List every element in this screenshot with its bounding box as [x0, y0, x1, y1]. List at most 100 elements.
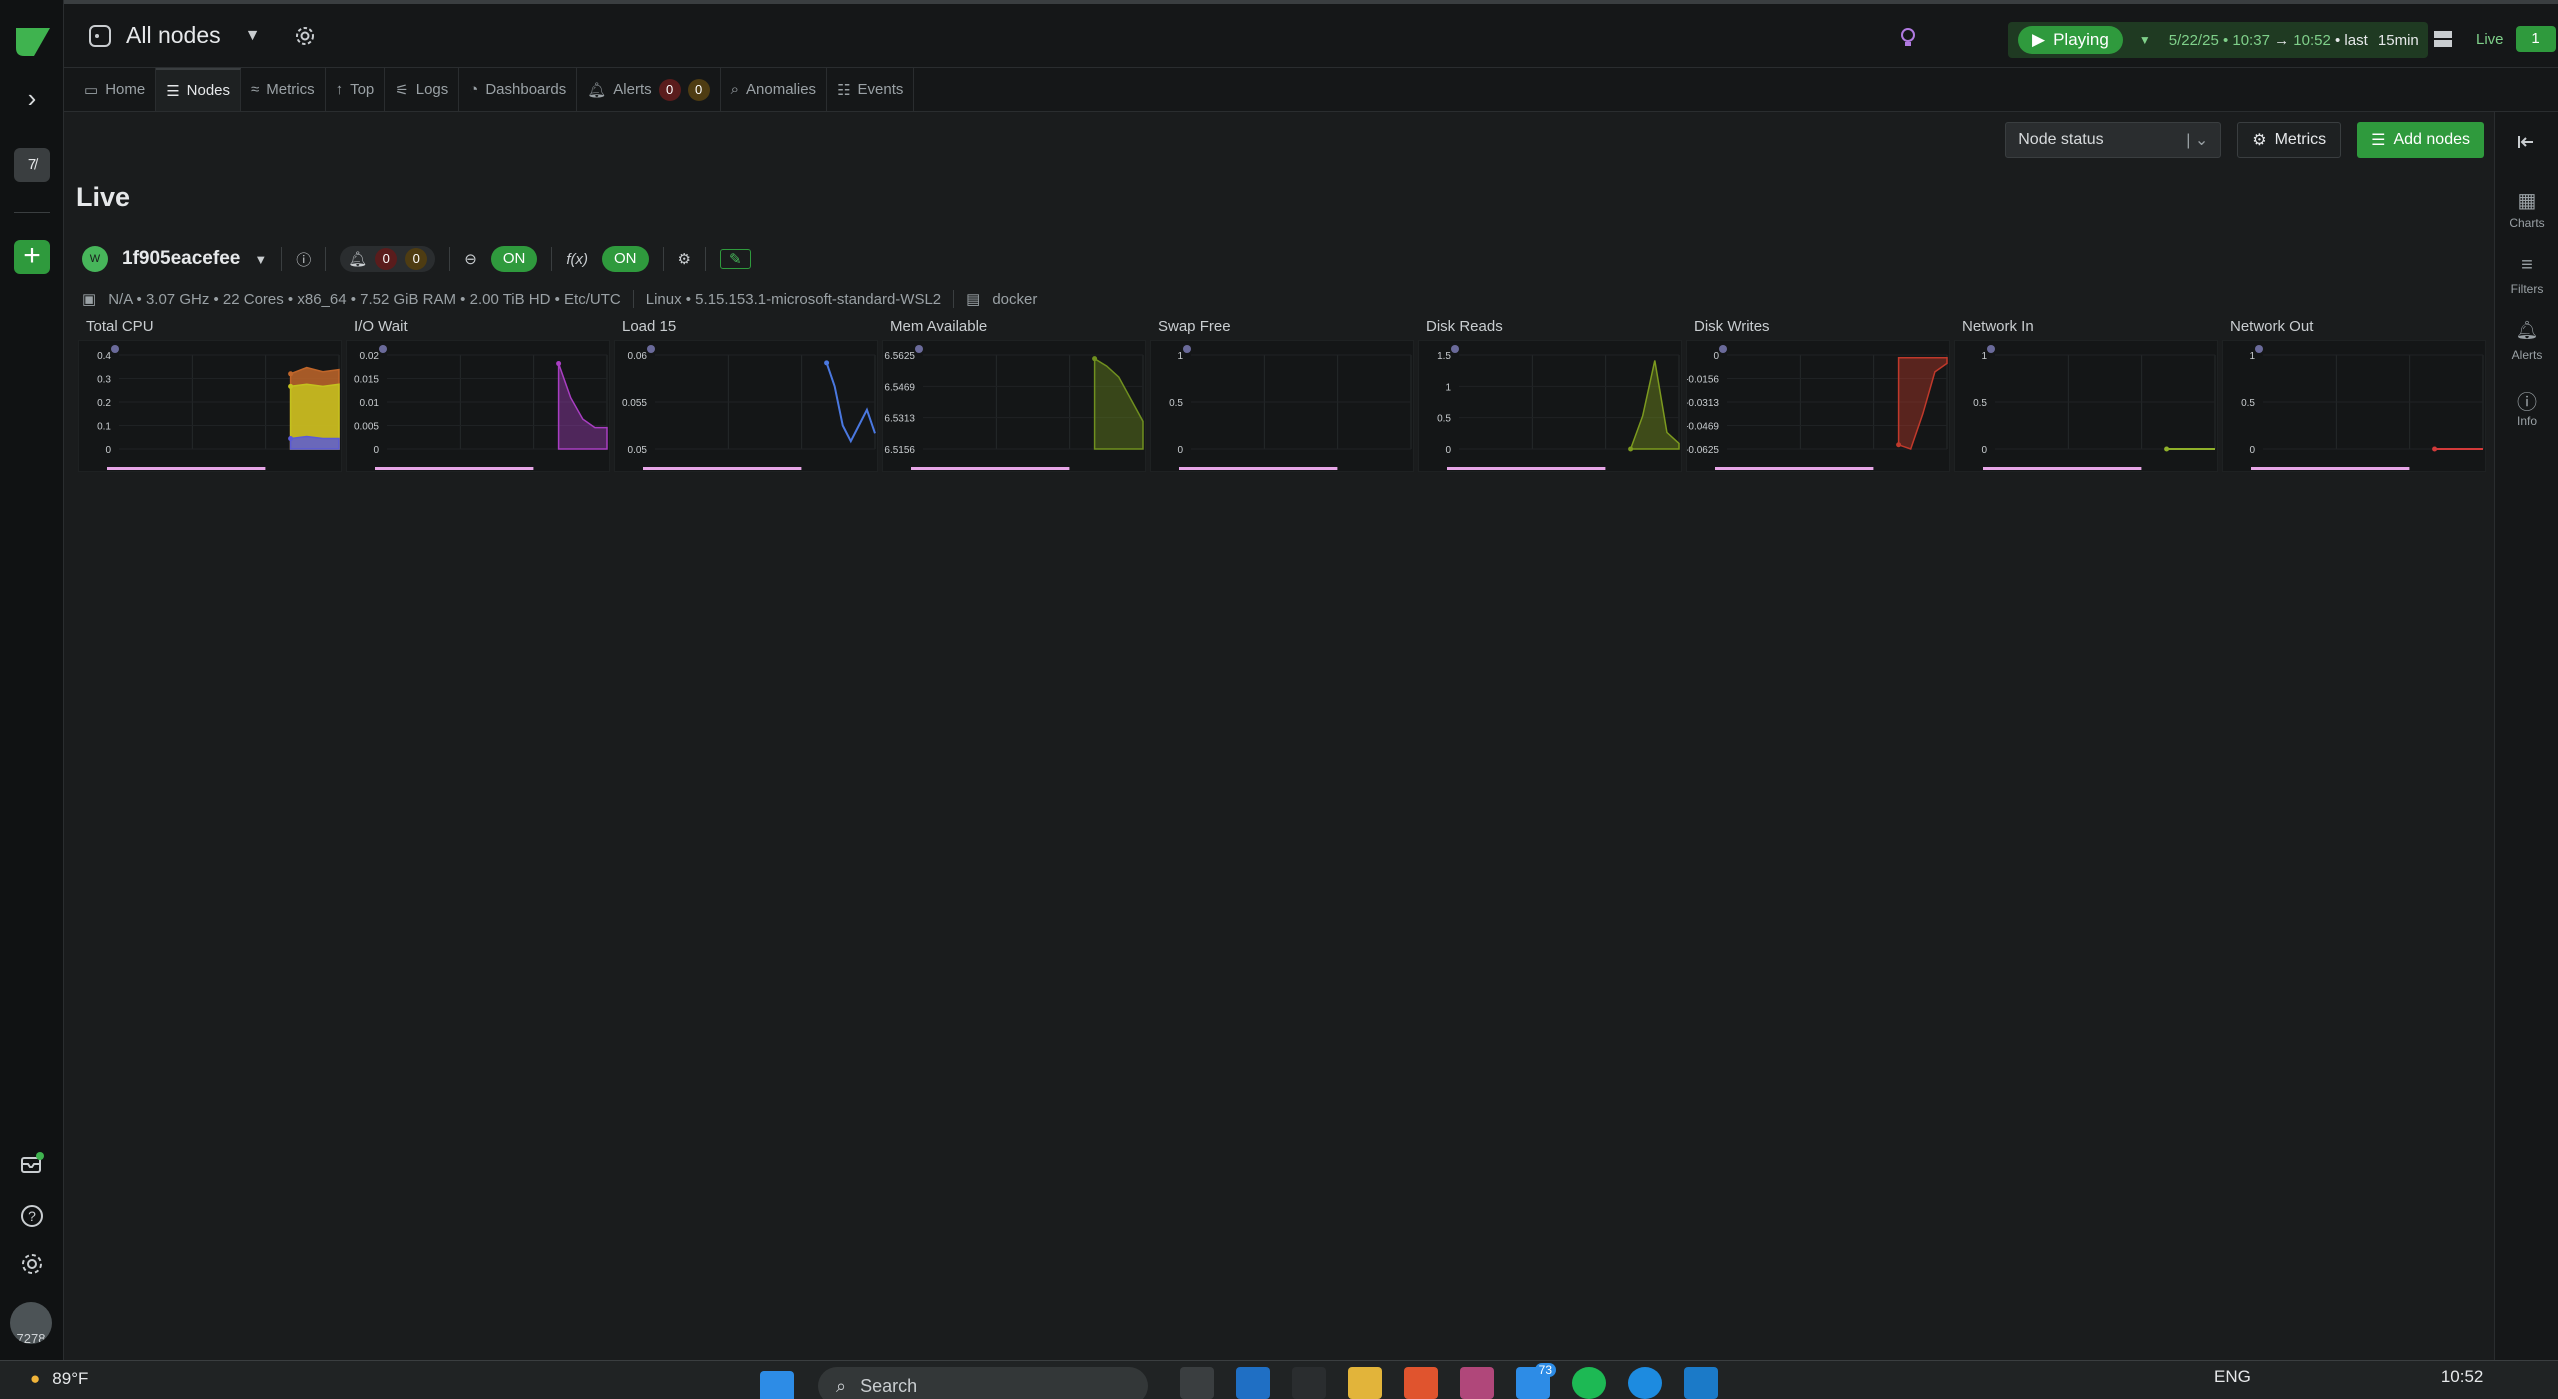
expand-sidebar-icon[interactable]: ›: [20, 85, 44, 111]
chart-canvas[interactable]: 0 -0.0156 -0.0313 -0.0469 -0.0625: [1686, 340, 1950, 472]
chart-panel[interactable]: Mem Available 6.5625 6.5469 6.5313 6.5156: [882, 318, 1146, 472]
node-status-select[interactable]: Node status | ⌄: [2005, 122, 2222, 158]
chart-canvas[interactable]: 0.02 0.015 0.01 0.005 0: [346, 340, 610, 472]
anomaly-indicator: [1183, 345, 1191, 353]
taskbar-search[interactable]: ⌕ Search: [818, 1367, 1148, 1399]
brave-browser-icon[interactable]: [1404, 1367, 1438, 1399]
rail-info[interactable]: ⓘ Info: [2495, 386, 2558, 428]
spotify-icon[interactable]: [1572, 1367, 1606, 1399]
help-icon[interactable]: ?: [18, 1202, 46, 1230]
node-settings-gear-icon[interactable]: ⚙: [678, 250, 691, 268]
chart-panel[interactable]: Network In 1 0.5 0: [1954, 318, 2218, 472]
container-icon: ▤: [966, 291, 981, 308]
room-settings-gear-icon[interactable]: [294, 25, 316, 47]
netdata-logo-icon[interactable]: [14, 22, 52, 60]
info-icon[interactable]: ⓘ: [296, 249, 311, 270]
series-area: [1629, 360, 1680, 450]
time-range[interactable]: 5/22/25 • 10:37 → 10:52 • last 15min: [2169, 32, 2419, 49]
y-tick-label: 0.05: [628, 445, 648, 456]
anomaly-indicator: [1719, 345, 1727, 353]
tab-nodes[interactable]: ☰ Nodes: [156, 68, 242, 111]
anomaly-indicator: [647, 345, 655, 353]
rail-alerts[interactable]: 🔔︎ Alerts: [2495, 320, 2558, 362]
charts-icon: ▦: [2517, 190, 2537, 212]
collapse-panel-icon[interactable]: [2517, 132, 2537, 152]
pencil-icon[interactable]: ✎: [719, 249, 751, 269]
fx-toggle[interactable]: ON: [602, 246, 649, 272]
lightbulb-icon[interactable]: [1898, 26, 1918, 50]
node-name[interactable]: 1f905eacefee: [122, 248, 240, 270]
chart-canvas[interactable]: 1 0.5 0: [1150, 340, 1414, 472]
time-control[interactable]: ▶ Playing ▼ 5/22/25 • 10:37 → 10:52 • la…: [2008, 22, 2428, 58]
chart-svg: 0.4 0.3 0.2 0.1 0: [97, 345, 340, 470]
live-nodes-indicator[interactable]: Live 1: [2432, 26, 2556, 52]
y-tick-label: 6.5625: [884, 351, 915, 362]
chart-canvas[interactable]: 1 0.5 0: [2222, 340, 2486, 472]
play-pause-button[interactable]: ▶ Playing: [2018, 26, 2123, 54]
tab-home[interactable]: ▭ Home: [74, 68, 157, 111]
page-title: Live: [76, 182, 131, 212]
notifications-icon[interactable]: [18, 1150, 46, 1178]
chart-panel[interactable]: Disk Writes 0 -0.0156 -0.0313 -0.0469 -0.0625: [1686, 318, 1950, 472]
series-point: [1896, 442, 1902, 448]
language-indicator[interactable]: ENG: [2214, 1367, 2251, 1387]
warning-alerts-badge: 0: [687, 78, 710, 101]
chevron-down-icon[interactable]: ▼: [245, 27, 261, 45]
tab-bar: ▭ Home ☰ Nodes ≈ Metrics ↑ Top ⚟ Logs ◔ …: [64, 68, 2558, 112]
chart-title: Mem Available: [890, 318, 988, 335]
chart-canvas[interactable]: 1 0.5 0: [1954, 340, 2218, 472]
chart-panel[interactable]: Swap Free 1 0.5 0: [1150, 318, 1414, 472]
y-tick-label: 0.01: [360, 398, 380, 409]
chart-panel[interactable]: I/O Wait 0.02 0.015 0.01 0.005 0: [346, 318, 610, 472]
user-avatar[interactable]: 7278: [10, 1302, 52, 1344]
outlook-icon[interactable]: [1236, 1367, 1270, 1399]
file-explorer-icon[interactable]: [1348, 1367, 1382, 1399]
vscode-icon[interactable]: [1684, 1367, 1718, 1399]
svg-text:?: ?: [28, 1208, 36, 1224]
tab-events[interactable]: ☷ Events: [827, 68, 915, 111]
server-icon: ☰: [2371, 132, 2386, 149]
y-tick-label: 1.5: [1437, 351, 1451, 362]
rail-charts[interactable]: ▦ Charts: [2495, 188, 2558, 230]
chart-svg: 0 -0.0156 -0.0313 -0.0469 -0.0625: [1687, 345, 1948, 470]
node-alerts[interactable]: 🔔︎ 0 0: [340, 246, 436, 272]
tab-metrics[interactable]: ≈ Metrics: [241, 68, 326, 111]
chart-canvas[interactable]: 1.5 1 0.5 0: [1418, 340, 1682, 472]
chart-panel[interactable]: Disk Reads 1.5 1 0.5 0: [1418, 318, 1682, 472]
chart-canvas[interactable]: 0.4 0.3 0.2 0.1 0: [78, 340, 342, 472]
rail-filters[interactable]: ≡ Filters: [2495, 254, 2558, 296]
top-bar: All nodes ▼ ▶ Playing ▼ 5/22/25 • 10:37 …: [64, 0, 2558, 68]
tab-logs[interactable]: ⚟ Logs: [385, 68, 460, 111]
add-space-button[interactable]: +: [14, 240, 50, 274]
app-icon[interactable]: [1460, 1367, 1494, 1399]
add-nodes-button[interactable]: ☰ Add nodes: [2357, 122, 2484, 158]
y-tick-label: 0: [1177, 445, 1183, 456]
metrics-settings-button[interactable]: ⚙ Metrics: [2237, 122, 2342, 158]
zoom-toggle[interactable]: ON: [490, 246, 538, 272]
chevron-down-icon[interactable]: ▼: [254, 252, 267, 267]
weather-widget[interactable]: ● 89°F: [30, 1369, 88, 1389]
y-tick-label: -0.0313: [1687, 398, 1719, 409]
tab-dashboards[interactable]: ◔ Dashboards: [459, 68, 578, 111]
rooms-selector[interactable]: All nodes ▼: [88, 22, 316, 49]
chart-title: Load 15: [622, 318, 677, 335]
app-icon[interactable]: [1292, 1367, 1326, 1399]
task-view-icon[interactable]: [1180, 1367, 1214, 1399]
tab-top[interactable]: ↑ Top: [326, 68, 386, 111]
chart-panel[interactable]: Network Out 1 0.5 0: [2222, 318, 2486, 472]
mail-icon[interactable]: 73: [1516, 1363, 1556, 1399]
chart-panel[interactable]: Total CPU 0.4 0.3 0.2 0.1 0: [78, 318, 342, 472]
tab-anomalies[interactable]: ⌕ Anomalies: [721, 68, 828, 111]
settings-gear-icon[interactable]: [18, 1250, 46, 1278]
chart-canvas[interactable]: 0.06 0.055 0.05: [614, 340, 878, 472]
chart-panel[interactable]: Load 15 0.06 0.055 0.05: [614, 318, 878, 472]
chevron-down-icon[interactable]: ▼: [2139, 33, 2151, 47]
clock[interactable]: 10:52: [2441, 1367, 2484, 1387]
docker-icon[interactable]: [1628, 1367, 1662, 1399]
windows-start-icon[interactable]: [760, 1371, 794, 1399]
chart-canvas[interactable]: 6.5625 6.5469 6.5313 6.5156: [882, 340, 1146, 472]
os-info: Linux • 5.15.153.1-microsoft-standard-WS…: [645, 290, 942, 308]
tab-alerts[interactable]: 🔔︎ Alerts 0 0: [577, 68, 721, 111]
series-point: [1628, 446, 1634, 452]
space-badge[interactable]: 7̸: [14, 148, 50, 182]
